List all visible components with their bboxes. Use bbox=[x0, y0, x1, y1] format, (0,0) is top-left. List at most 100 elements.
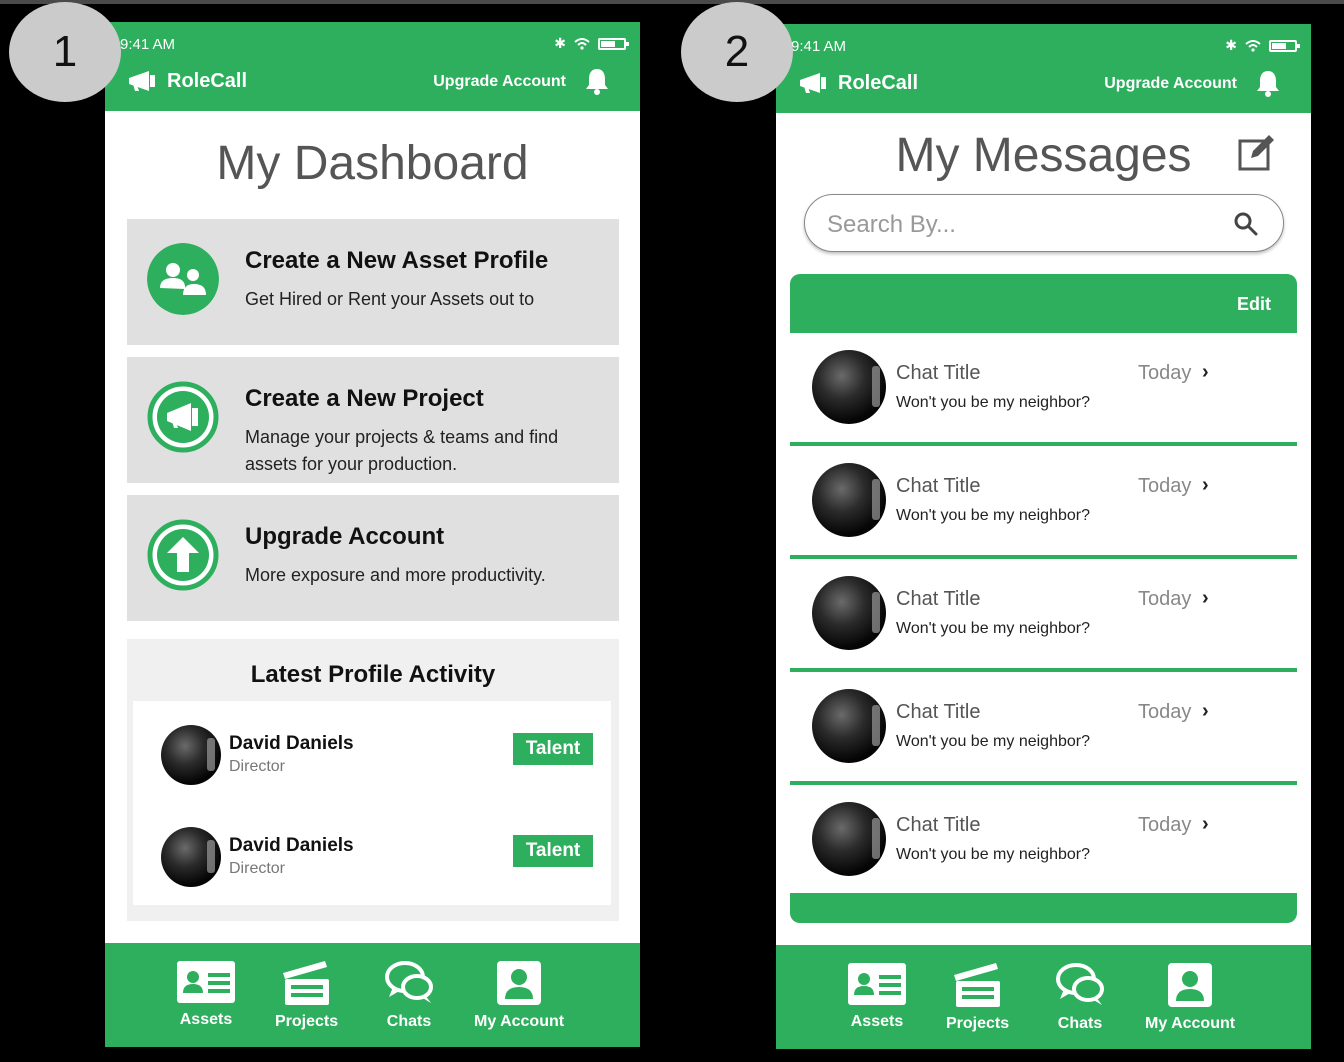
nav-assets[interactable]: Assets bbox=[846, 961, 908, 1031]
battery-icon bbox=[598, 37, 629, 50]
upgrade-account-link[interactable]: Upgrade Account bbox=[433, 73, 566, 91]
app-header: 9:41 AM ✱ RoleCall Upgrade Account bbox=[776, 24, 1311, 113]
activity-title: Latest Profile Activity bbox=[250, 661, 496, 688]
chat-preview: Won't you be my neighbor? bbox=[896, 394, 1090, 411]
brand-name: RoleCall bbox=[838, 71, 919, 94]
brand-name: RoleCall bbox=[167, 69, 248, 92]
edit-button[interactable]: Edit bbox=[1237, 294, 1271, 315]
brand-logo[interactable]: RoleCall bbox=[127, 69, 247, 93]
bell-icon[interactable] bbox=[1255, 69, 1281, 97]
chat-title: Chat Title bbox=[896, 701, 981, 723]
upgrade-account-link[interactable]: Upgrade Account bbox=[1104, 75, 1237, 93]
nav-chats[interactable]: Chats bbox=[383, 959, 435, 1031]
card-title: Create a New Asset Profile bbox=[245, 247, 549, 274]
chat-title: Chat Title bbox=[896, 475, 981, 497]
messages-screen: 9:41 AM ✱ RoleCall Upgrade Account My Me… bbox=[776, 24, 1311, 1049]
clapperboard-icon bbox=[282, 961, 329, 1005]
avatar bbox=[812, 689, 886, 763]
talent-tag[interactable]: Talent bbox=[513, 733, 593, 765]
nav-projects[interactable]: Projects bbox=[275, 959, 338, 1031]
chat-time: Today bbox=[1138, 814, 1192, 836]
chat-time: Today bbox=[1138, 701, 1192, 723]
message-row[interactable]: Chat Title Today › Won't you be my neigh… bbox=[790, 333, 1297, 446]
app-header: 9:41 AM ✱ RoleCall Upgrade Account bbox=[105, 22, 640, 111]
chat-bubbles-icon bbox=[1056, 963, 1104, 1005]
list-bottom-bar bbox=[790, 893, 1297, 923]
nav-label: My Account bbox=[474, 1013, 565, 1030]
search-input[interactable]: Search By... bbox=[804, 194, 1284, 252]
chat-preview: Won't you be my neighbor? bbox=[896, 507, 1090, 524]
page-title: My Dashboard bbox=[216, 137, 529, 190]
chevron-right-icon: › bbox=[1202, 587, 1209, 609]
activity-name: David Daniels bbox=[229, 733, 354, 754]
status-icons: ✱ bbox=[554, 35, 629, 52]
nav-projects[interactable]: Projects bbox=[946, 961, 1009, 1033]
id-card-icon bbox=[177, 961, 235, 1003]
talent-tag[interactable]: Talent bbox=[513, 835, 593, 867]
nav-my-account[interactable]: My Account bbox=[1145, 961, 1235, 1033]
status-time: 9:41 AM bbox=[791, 38, 847, 55]
compose-icon[interactable] bbox=[1237, 132, 1277, 172]
chevron-right-icon: › bbox=[1202, 361, 1209, 383]
latest-activity-panel: Latest Profile Activity David Daniels Di… bbox=[127, 639, 619, 921]
avatar bbox=[812, 350, 886, 424]
status-time: 9:41 AM bbox=[120, 36, 176, 53]
bluetooth-icon: ✱ bbox=[1225, 37, 1237, 53]
card-description: Get Hired or Rent your Assets out to bbox=[245, 289, 535, 309]
chat-title: Chat Title bbox=[896, 362, 981, 384]
wifi-icon bbox=[1245, 39, 1261, 52]
chat-time: Today bbox=[1138, 588, 1192, 610]
nav-my-account[interactable]: My Account bbox=[474, 959, 564, 1031]
chat-bubbles-icon bbox=[385, 961, 433, 1003]
activity-row[interactable]: David Daniels Director Talent bbox=[133, 817, 611, 887]
card-upgrade-account[interactable]: Upgrade Account More exposure and more p… bbox=[127, 495, 619, 621]
message-row[interactable]: Chat Title Today › Won't you be my neigh… bbox=[790, 672, 1297, 785]
activity-list: David Daniels Director Talent David Dani… bbox=[133, 701, 611, 905]
message-row[interactable]: Chat Title Today › Won't you be my neigh… bbox=[790, 559, 1297, 672]
chat-title: Chat Title bbox=[896, 814, 981, 836]
card-title: Create a New Project bbox=[245, 385, 484, 412]
nav-chats[interactable]: Chats bbox=[1054, 961, 1106, 1033]
megaphone-icon bbox=[147, 381, 219, 453]
message-row[interactable]: Chat Title Today › Won't you be my neigh… bbox=[790, 446, 1297, 559]
step-badge-1: 1 bbox=[9, 2, 121, 102]
chat-preview: Won't you be my neighbor? bbox=[896, 846, 1090, 863]
activity-role: Director bbox=[229, 860, 286, 877]
bluetooth-icon: ✱ bbox=[554, 35, 566, 51]
avatar bbox=[161, 725, 221, 785]
card-title: Upgrade Account bbox=[245, 523, 445, 550]
nav-label: Assets bbox=[850, 1013, 904, 1030]
activity-role: Director bbox=[229, 758, 286, 775]
nav-label: Projects bbox=[946, 1015, 1010, 1032]
message-row[interactable]: Chat Title Today › Won't you be my neigh… bbox=[790, 785, 1297, 898]
page-title: My Messages bbox=[895, 129, 1192, 182]
card-description: Manage your projects & teams and find as… bbox=[245, 427, 559, 474]
chat-time: Today bbox=[1138, 475, 1192, 497]
card-create-project[interactable]: Create a New Project Manage your project… bbox=[127, 357, 619, 483]
user-icon bbox=[1168, 963, 1213, 1007]
bottom-nav: Assets Projects Chats My Account bbox=[776, 945, 1311, 1049]
edit-bar: Edit bbox=[790, 274, 1297, 333]
search-icon[interactable] bbox=[1233, 211, 1259, 237]
step-badge-2: 2 bbox=[681, 2, 793, 102]
battery-icon bbox=[1269, 39, 1300, 52]
brand-logo[interactable]: RoleCall bbox=[798, 71, 918, 95]
megaphone-icon bbox=[129, 71, 155, 91]
nav-label: Projects bbox=[275, 1013, 339, 1030]
card-description: More exposure and more productivity. bbox=[245, 565, 546, 585]
nav-label: Assets bbox=[179, 1011, 233, 1028]
nav-assets[interactable]: Assets bbox=[175, 959, 237, 1029]
wifi-icon bbox=[574, 37, 590, 50]
chevron-right-icon: › bbox=[1202, 700, 1209, 722]
clapperboard-icon bbox=[953, 963, 1000, 1007]
top-divider bbox=[0, 0, 1344, 4]
avatar bbox=[161, 827, 221, 887]
activity-row[interactable]: David Daniels Director Talent bbox=[133, 715, 611, 785]
avatar bbox=[812, 576, 886, 650]
bell-icon[interactable] bbox=[584, 67, 610, 95]
people-icon bbox=[147, 243, 219, 315]
megaphone-icon bbox=[800, 73, 826, 93]
arrow-up-icon bbox=[147, 519, 219, 591]
card-create-asset-profile[interactable]: Create a New Asset Profile Get Hired or … bbox=[127, 219, 619, 345]
chat-preview: Won't you be my neighbor? bbox=[896, 620, 1090, 637]
